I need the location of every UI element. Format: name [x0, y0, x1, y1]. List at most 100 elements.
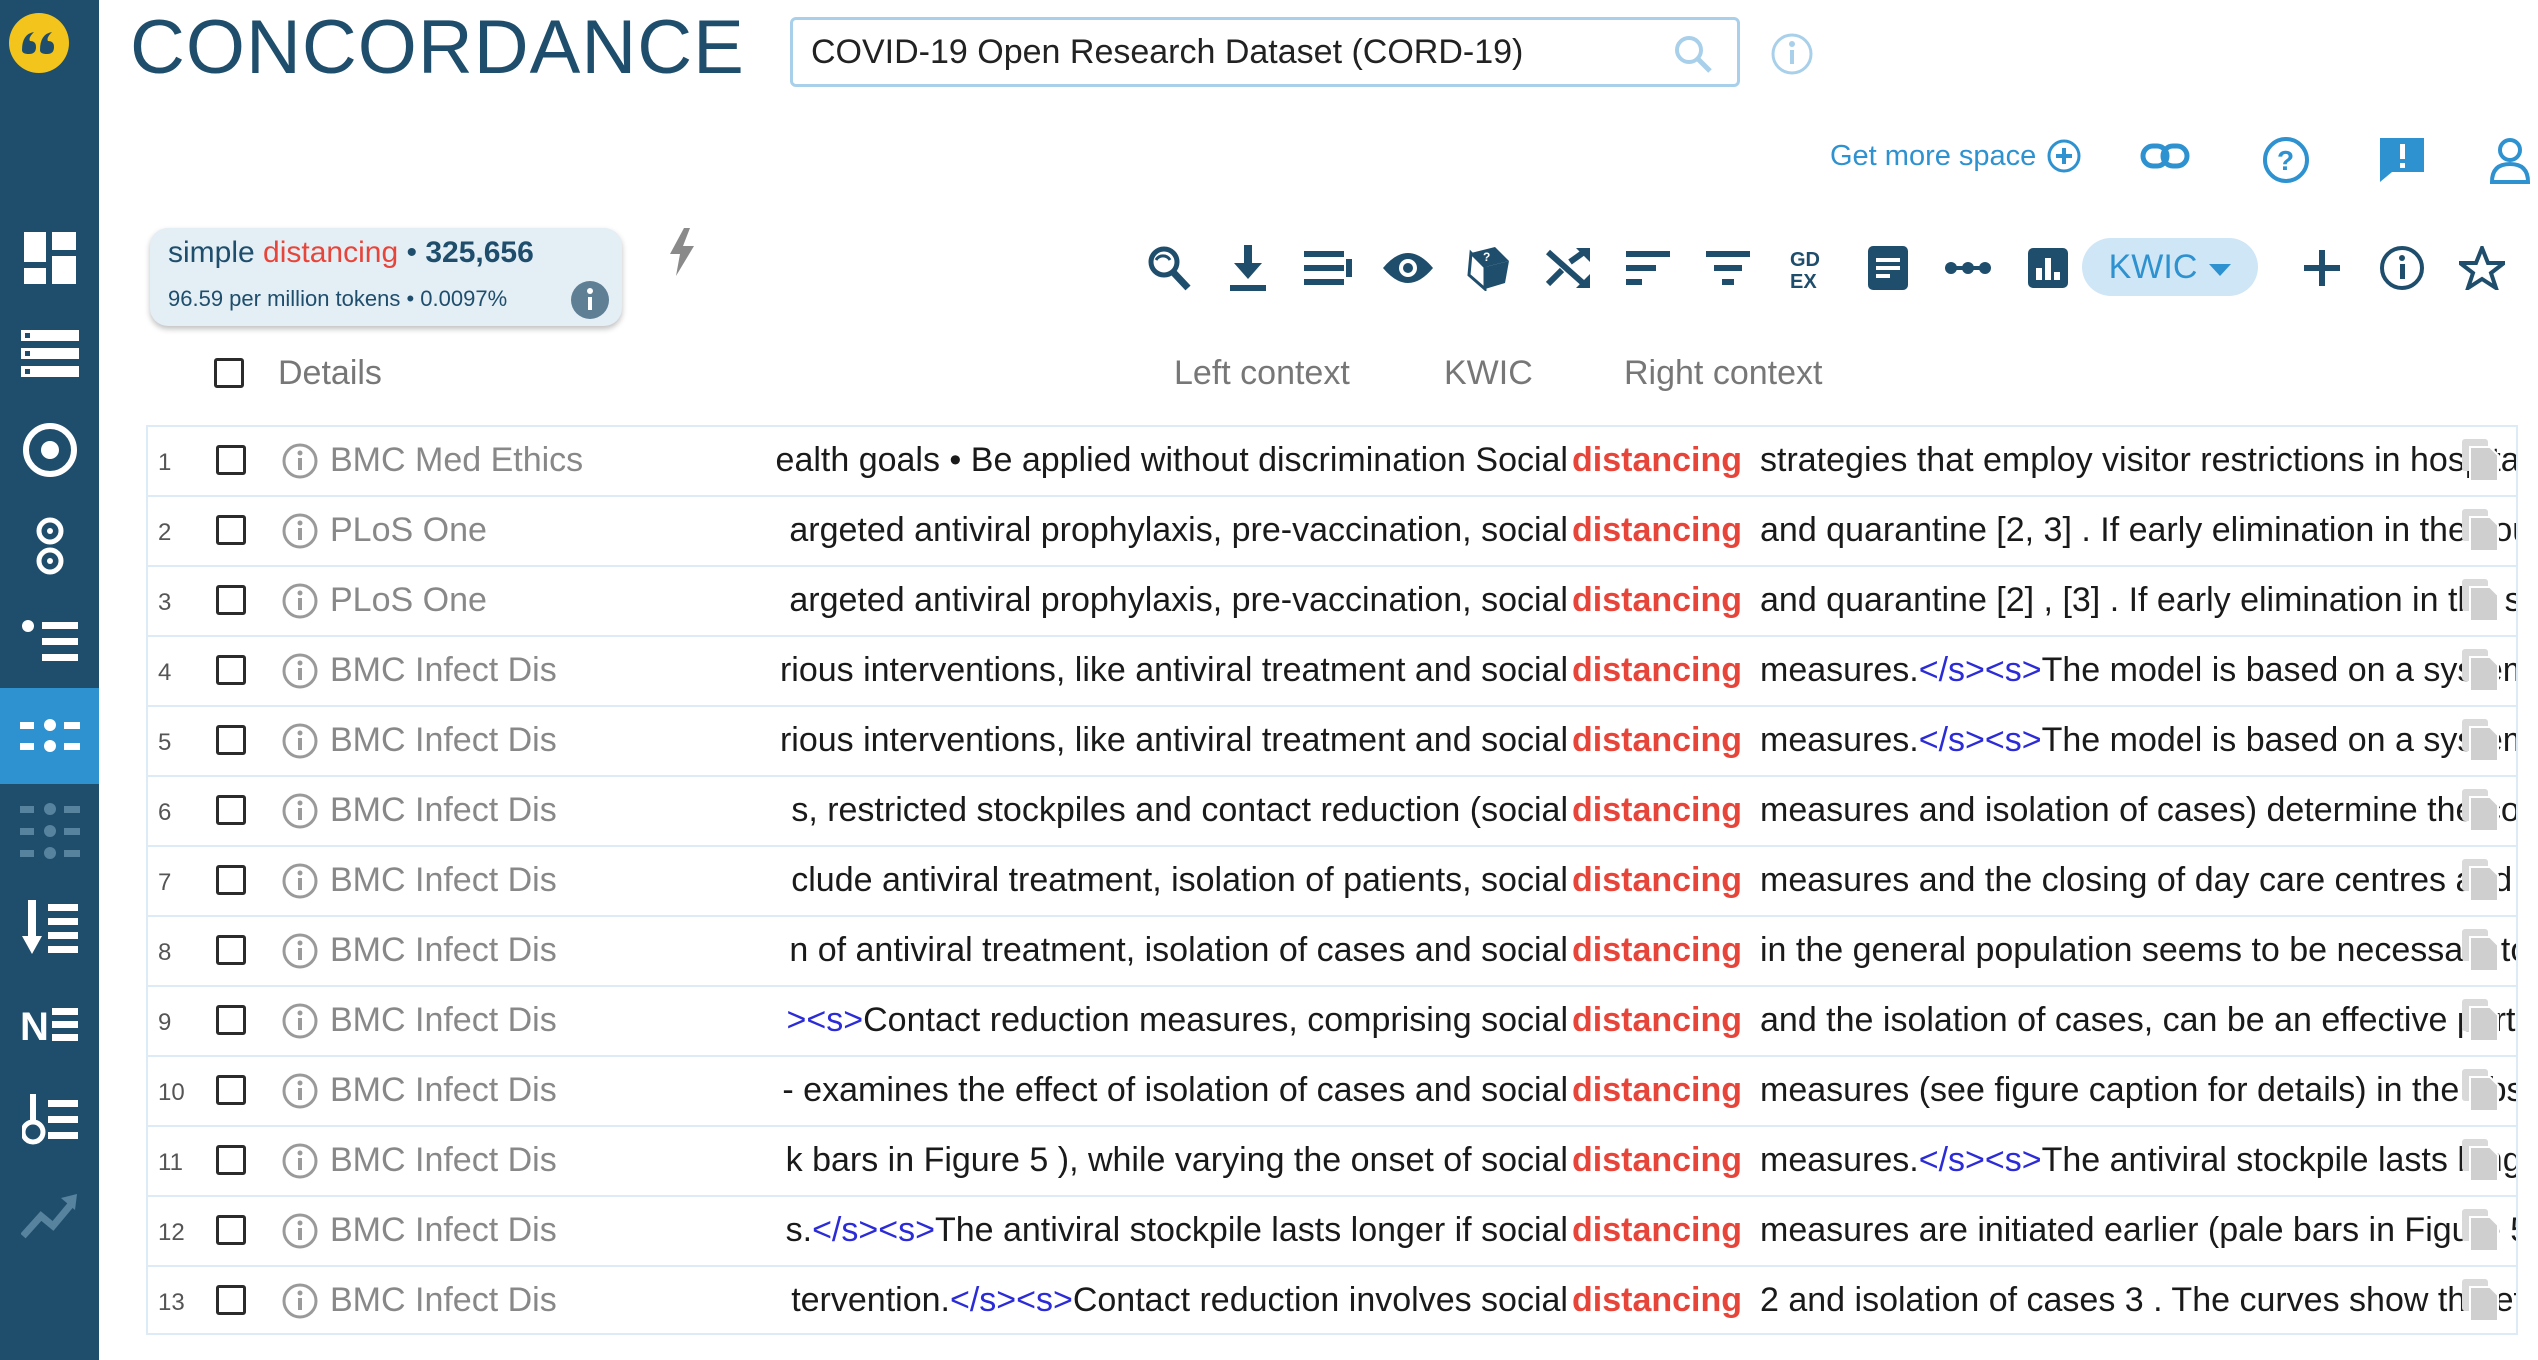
table-row[interactable]: 5 BMC Infect Dis rious interventions, like… — [146, 705, 2518, 775]
copy-icon[interactable] — [2460, 997, 2500, 1048]
collocations-icon[interactable] — [1940, 240, 1996, 296]
table-row[interactable]: 1 BMC Med Ethics ealth goals • Be applied … — [146, 425, 2518, 495]
right-context-header[interactable]: Right context — [1624, 354, 1822, 393]
info-icon[interactable] — [2374, 240, 2430, 296]
left-context-header[interactable]: Left context — [1174, 354, 1350, 393]
star-icon[interactable] — [2454, 240, 2510, 296]
row-info-icon[interactable] — [282, 723, 318, 764]
document-source[interactable]: BMC Infect Dis — [330, 791, 598, 830]
table-row[interactable]: 13 BMC Infect Dis tervention.</s><s>Contac… — [146, 1265, 2518, 1335]
document-source[interactable]: BMC Infect Dis — [330, 1001, 598, 1040]
row-checkbox[interactable] — [216, 725, 246, 755]
document-source[interactable]: BMC Infect Dis — [330, 1211, 598, 1250]
row-checkbox[interactable] — [216, 795, 246, 825]
row-info-icon[interactable] — [282, 933, 318, 974]
row-info-icon[interactable] — [282, 1283, 318, 1324]
download-icon[interactable] — [1220, 240, 1276, 296]
document-source[interactable]: BMC Infect Dis — [330, 651, 598, 690]
kwic-keyword[interactable]: distancing — [1572, 1281, 1742, 1320]
row-info-icon[interactable] — [282, 793, 318, 834]
kwic-keyword[interactable]: distancing — [1572, 581, 1742, 620]
document-source[interactable]: BMC Infect Dis — [330, 721, 598, 760]
row-info-icon[interactable] — [282, 513, 318, 554]
table-row[interactable]: 2 PLoS One argeted antiviral prophylaxis, … — [146, 495, 2518, 565]
ngrams-icon[interactable]: N — [0, 976, 99, 1072]
link-icon[interactable] — [2140, 140, 2190, 172]
copy-icon[interactable] — [2460, 507, 2500, 558]
row-info-icon[interactable] — [282, 1213, 318, 1254]
concordance-icon[interactable] — [0, 688, 99, 784]
table-row[interactable]: 3 PLoS One argeted antiviral prophylaxis, … — [146, 565, 2518, 635]
copy-icon[interactable] — [2460, 437, 2500, 488]
search-icon[interactable] — [1673, 34, 1713, 83]
corpus-info-icon[interactable] — [1770, 32, 1814, 81]
document-source[interactable]: BMC Infect Dis — [330, 1071, 598, 1110]
corpus-selector[interactable]: COVID-19 Open Research Dataset (CORD-19) — [790, 17, 1740, 87]
row-checkbox[interactable] — [216, 865, 246, 895]
document-source[interactable]: PLoS One — [330, 511, 598, 550]
row-info-icon[interactable] — [282, 653, 318, 694]
shuffle-icon[interactable] — [1540, 240, 1596, 296]
lightning-icon[interactable] — [668, 228, 696, 281]
kwic-keyword[interactable]: distancing — [1572, 1141, 1742, 1180]
view-mode-select[interactable]: KWIC — [2082, 238, 2258, 296]
row-checkbox[interactable] — [216, 445, 246, 475]
kwic-sentence-icon[interactable] — [1300, 240, 1356, 296]
document-source[interactable]: BMC Infect Dis — [330, 931, 598, 970]
query-info-icon[interactable] — [570, 280, 610, 325]
dashboard-icon[interactable] — [0, 210, 99, 306]
kwic-keyword[interactable]: distancing — [1572, 1001, 1742, 1040]
table-row[interactable]: 8 BMC Infect Dis n of antiviral treatment,… — [146, 915, 2518, 985]
copy-icon[interactable] — [2460, 577, 2500, 628]
table-row[interactable]: 9 BMC Infect Dis ><s>Contact reduction mea… — [146, 985, 2518, 1055]
wordlist-icon[interactable] — [0, 880, 99, 976]
frequency-chart-icon[interactable] — [2020, 240, 2076, 296]
document-icon[interactable] — [1860, 240, 1916, 296]
table-row[interactable]: 10 BMC Infect Dis - examines the effect of… — [146, 1055, 2518, 1125]
copy-icon[interactable] — [2460, 787, 2500, 838]
row-checkbox[interactable] — [216, 1075, 246, 1105]
copy-icon[interactable] — [2460, 647, 2500, 698]
search-again-icon[interactable] — [1140, 240, 1196, 296]
row-checkbox[interactable] — [216, 1005, 246, 1035]
kwic-keyword[interactable]: distancing — [1572, 511, 1742, 550]
kwic-header[interactable]: KWIC — [1444, 354, 1533, 393]
app-logo-icon[interactable] — [8, 12, 70, 74]
kwic-keyword[interactable]: distancing — [1572, 721, 1742, 760]
thesaurus-icon[interactable] — [0, 594, 99, 690]
copy-icon[interactable] — [2460, 857, 2500, 908]
word-sketch-icon[interactable] — [0, 498, 99, 594]
kwic-keyword[interactable]: distancing — [1572, 651, 1742, 690]
filter-icon[interactable] — [1700, 240, 1756, 296]
row-checkbox[interactable] — [216, 935, 246, 965]
row-checkbox[interactable] — [216, 585, 246, 615]
row-info-icon[interactable] — [282, 1143, 318, 1184]
copy-icon[interactable] — [2460, 1277, 2500, 1328]
copy-icon[interactable] — [2460, 1207, 2500, 1258]
user-icon[interactable] — [2490, 136, 2530, 184]
table-row[interactable]: 7 BMC Infect Dis clude antiviral treatment… — [146, 845, 2518, 915]
feedback-icon[interactable] — [2378, 136, 2426, 184]
add-icon[interactable] — [2294, 240, 2350, 296]
row-info-icon[interactable] — [282, 1003, 318, 1044]
document-source[interactable]: BMC Med Ethics — [330, 441, 598, 480]
row-checkbox[interactable] — [216, 1145, 246, 1175]
row-info-icon[interactable] — [282, 863, 318, 904]
gdex-icon[interactable]: GD EX — [1780, 240, 1836, 296]
keywords-icon[interactable] — [0, 1072, 99, 1168]
row-checkbox[interactable] — [216, 515, 246, 545]
document-source[interactable]: BMC Infect Dis — [330, 1281, 598, 1320]
query-summary[interactable]: simple distancing • 325,656 96.59 per mi… — [150, 228, 622, 326]
sort-icon[interactable] — [1620, 240, 1676, 296]
help-icon[interactable]: ? — [2262, 136, 2310, 184]
row-checkbox[interactable] — [216, 1215, 246, 1245]
row-checkbox[interactable] — [216, 655, 246, 685]
kwic-keyword[interactable]: distancing — [1572, 441, 1742, 480]
view-options-icon[interactable] — [1380, 240, 1436, 296]
table-row[interactable]: 12 BMC Infect Dis s.</s><s>The antiviral s… — [146, 1195, 2518, 1265]
document-source[interactable]: BMC Infect Dis — [330, 861, 598, 900]
copy-icon[interactable] — [2460, 927, 2500, 978]
target-icon[interactable] — [0, 402, 99, 498]
get-more-space-link[interactable]: Get more space — [1830, 138, 2082, 174]
gdex-cube-icon[interactable]: ? — [1460, 240, 1516, 296]
